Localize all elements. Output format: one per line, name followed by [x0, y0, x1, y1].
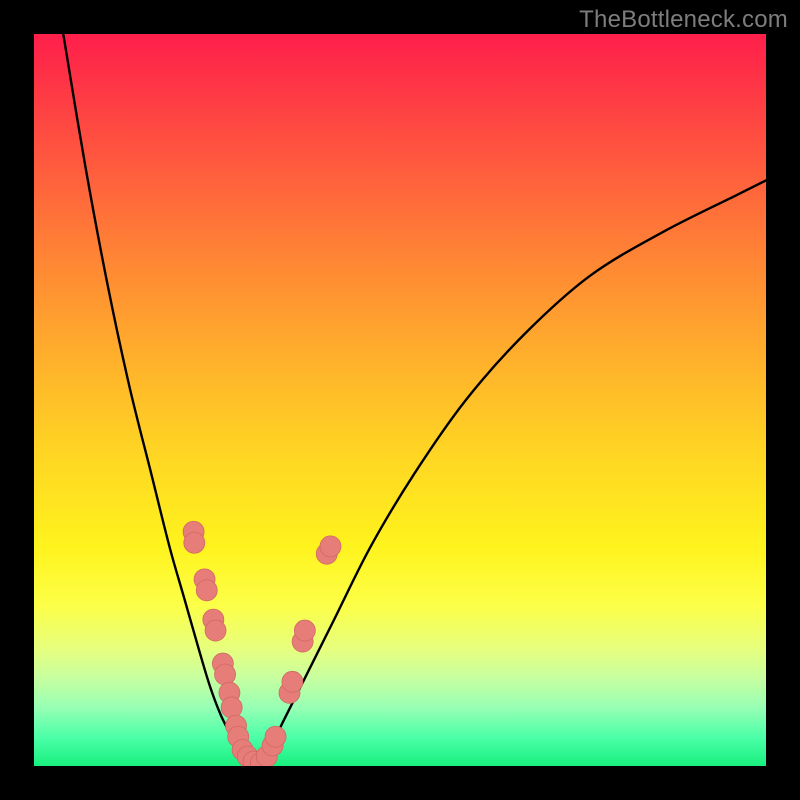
- data-marker: [215, 664, 236, 685]
- data-marker: [184, 532, 205, 553]
- chart-svg: [34, 34, 766, 766]
- data-marker: [265, 726, 286, 747]
- data-marker: [320, 536, 341, 557]
- data-marker: [282, 671, 303, 692]
- data-marker: [294, 620, 315, 641]
- data-marker: [196, 580, 217, 601]
- data-marker: [205, 620, 226, 641]
- marker-group: [183, 521, 341, 766]
- data-marker: [221, 697, 242, 718]
- attribution-text: TheBottleneck.com: [579, 6, 788, 34]
- right-curve-path: [254, 180, 766, 765]
